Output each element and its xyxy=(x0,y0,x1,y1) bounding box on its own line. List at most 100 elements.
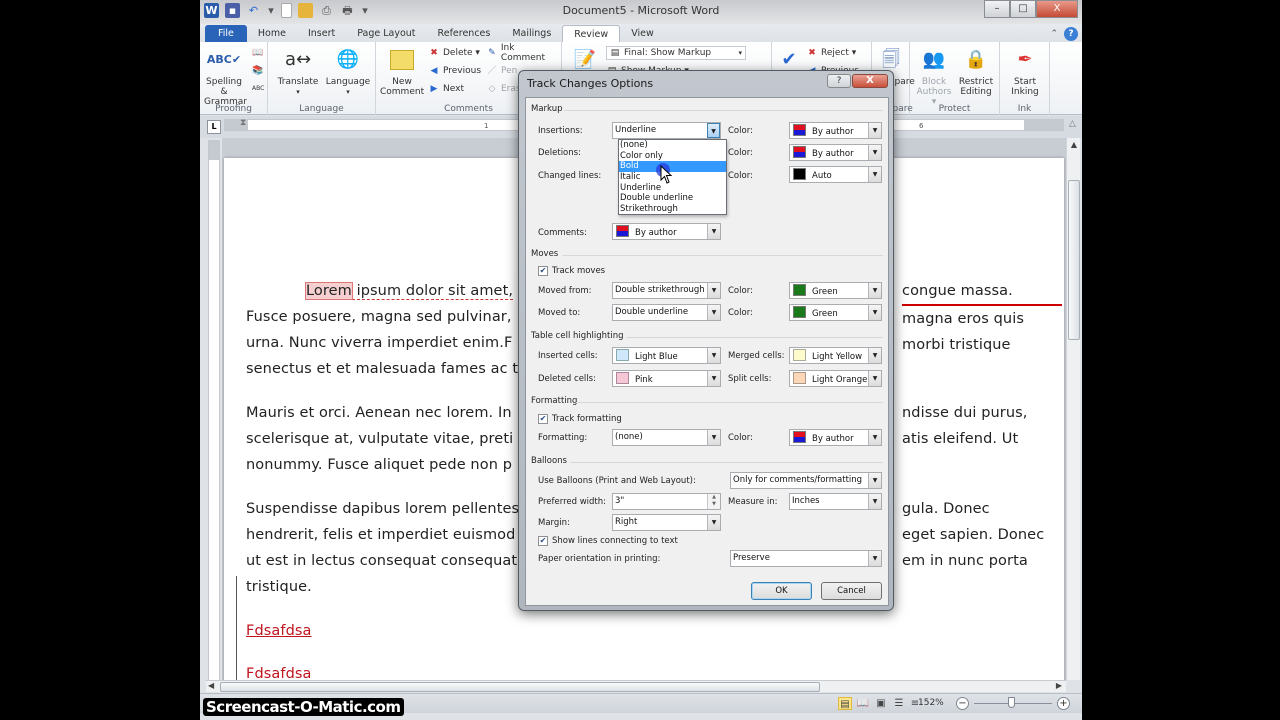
thesaurus-button[interactable]: 📚 xyxy=(252,64,264,78)
zoom-level[interactable]: 152% xyxy=(918,698,944,708)
web-layout-icon[interactable]: ▣ xyxy=(874,697,888,710)
spinner-icon[interactable]: ▲ ▼ xyxy=(707,494,720,509)
margin-select[interactable]: Right ▼ xyxy=(612,514,721,531)
dropdown-option[interactable]: Strikethrough xyxy=(619,204,726,215)
cancel-button[interactable]: Cancel xyxy=(821,582,882,600)
block-authors-button[interactable]: 👥 Block Authors ▾ xyxy=(914,46,954,108)
moved-from-select[interactable]: Double strikethrough ▼ xyxy=(612,282,721,299)
horizontal-scroll-thumb[interactable] xyxy=(220,682,820,692)
scroll-up-icon[interactable]: ▲ xyxy=(1067,138,1081,152)
research-button[interactable]: 📖 xyxy=(252,46,264,60)
chevron-down-icon[interactable]: ▼ xyxy=(707,224,720,239)
zoom-slider-thumb[interactable] xyxy=(1008,697,1015,708)
indent-marker-icon[interactable]: ⧗ xyxy=(240,118,246,128)
use-balloons-select[interactable]: Only for comments/formatting ▼ xyxy=(730,472,882,489)
horizontal-scrollbar[interactable]: ◀ ▶ xyxy=(206,680,1066,692)
comments-color-select[interactable]: By author ▼ xyxy=(612,223,721,240)
tab-view[interactable]: View xyxy=(620,25,665,42)
track-moves-checkbox[interactable]: ✔ xyxy=(538,266,548,276)
delete-comment-button[interactable]: ✖ Delete ▾ xyxy=(428,46,480,60)
chevron-down-icon[interactable]: ▼ xyxy=(707,430,720,445)
dropdown-option[interactable]: Color only xyxy=(619,151,726,162)
deleted-cells-select[interactable]: Pink ▼ xyxy=(612,370,721,387)
chevron-down-icon[interactable]: ▼ xyxy=(868,167,881,182)
formatting-select[interactable]: (none) ▼ xyxy=(612,429,721,446)
vertical-scrollbar[interactable]: ▲ xyxy=(1066,138,1080,680)
scroll-left-icon[interactable]: ◀ xyxy=(208,681,214,690)
restrict-editing-button[interactable]: 🔒 Restrict Editing xyxy=(956,46,996,98)
maximize-button[interactable]: □ xyxy=(1010,0,1036,18)
tab-references[interactable]: References xyxy=(427,25,502,42)
preferred-width-input[interactable]: 3" ▲ ▼ xyxy=(612,493,721,510)
tab-mailings[interactable]: Mailings xyxy=(501,25,562,42)
dropdown-option[interactable]: Double underline xyxy=(619,193,726,204)
tab-stop-selector[interactable]: L xyxy=(207,120,221,134)
outline-view-icon[interactable]: ☰ xyxy=(892,697,906,710)
show-lines-checkbox[interactable]: ✔ xyxy=(538,536,548,546)
chevron-down-icon[interactable]: ▼ xyxy=(868,430,881,445)
deletions-color-select[interactable]: By author ▼ xyxy=(789,144,882,161)
split-cells-select[interactable]: Light Orange ▼ xyxy=(789,370,882,387)
measure-in-select[interactable]: Inches ▼ xyxy=(789,493,882,510)
language-button[interactable]: 🌐 Language ▾ xyxy=(324,46,372,97)
chevron-down-icon[interactable]: ▼ xyxy=(707,371,720,386)
chevron-down-icon[interactable]: ▼ xyxy=(868,371,881,386)
moved-to-select[interactable]: Double underline ▼ xyxy=(612,304,721,321)
chevron-down-icon[interactable]: ▼ xyxy=(868,145,881,160)
moved-from-color-select[interactable]: Green ▼ xyxy=(789,282,882,299)
merged-cells-select[interactable]: Light Yellow ▼ xyxy=(789,347,882,364)
chevron-down-icon[interactable]: ▼ xyxy=(868,473,881,488)
track-formatting-checkbox[interactable]: ✔ xyxy=(538,414,548,424)
ok-button[interactable]: OK xyxy=(751,582,812,600)
full-screen-reading-icon[interactable]: 📖 xyxy=(856,697,870,710)
tab-review[interactable]: Review xyxy=(562,25,621,42)
chevron-down-icon[interactable]: ▼ xyxy=(707,515,720,530)
chevron-down-icon[interactable]: ▼ xyxy=(707,348,720,363)
chevron-down-icon[interactable]: ▼ xyxy=(868,123,881,138)
dialog-help-button[interactable]: ? xyxy=(827,74,851,88)
chevron-down-icon[interactable]: ▼ xyxy=(707,283,720,298)
zoom-in-button[interactable]: + xyxy=(1057,697,1070,710)
close-button[interactable]: X xyxy=(1036,0,1078,18)
chevron-down-icon[interactable]: ▼ xyxy=(868,494,881,509)
insertions-color-select[interactable]: By author ▼ xyxy=(789,122,882,139)
formatting-color-select[interactable]: By author ▼ xyxy=(789,429,882,446)
help-icon[interactable]: ? xyxy=(1064,26,1078,41)
minimize-button[interactable]: – xyxy=(984,0,1010,18)
translate-button[interactable]: a↔ Translate ▾ xyxy=(276,46,320,97)
vertical-scroll-thumb[interactable] xyxy=(1068,180,1080,340)
tab-home[interactable]: Home xyxy=(247,25,297,42)
tab-page-layout[interactable]: Page Layout xyxy=(346,25,426,42)
previous-comment-button[interactable]: ◀ Previous xyxy=(428,64,482,78)
scroll-right-icon[interactable]: ▶ xyxy=(1056,681,1062,690)
pen-button[interactable]: ／ Pen xyxy=(486,64,517,78)
moved-to-color-select[interactable]: Green ▼ xyxy=(789,304,882,321)
tab-file[interactable]: File xyxy=(205,25,247,42)
dropdown-option[interactable]: (none) xyxy=(619,140,726,151)
chevron-down-icon[interactable]: ▼ xyxy=(868,348,881,363)
inserted-cells-select[interactable]: Light Blue ▼ xyxy=(612,347,721,364)
dialog-close-button[interactable]: X xyxy=(852,74,888,88)
spelling-grammar-button[interactable]: ABC✔ Spelling & Grammar xyxy=(204,46,247,107)
chevron-down-icon[interactable]: ▼ xyxy=(868,283,881,298)
paper-orientation-select[interactable]: Preserve ▼ xyxy=(730,550,882,567)
chevron-down-icon[interactable]: ▼ xyxy=(868,551,881,566)
print-layout-view-icon[interactable]: ▤ xyxy=(838,697,852,710)
display-for-review-select[interactable]: ▤ Final: Show Markup ▾ xyxy=(606,46,746,60)
insertions-select[interactable]: Underline ▼ xyxy=(612,122,721,139)
start-inking-button[interactable]: ✒ Start Inking xyxy=(1004,46,1046,98)
tab-insert[interactable]: Insert xyxy=(297,25,346,42)
changed-lines-color-select[interactable]: Auto ▼ xyxy=(789,166,882,183)
chevron-down-icon[interactable]: ▼ xyxy=(707,123,720,138)
reject-button[interactable]: ✖ Reject ▾ xyxy=(806,46,856,60)
new-comment-button[interactable]: New Comment xyxy=(380,46,424,97)
right-indent-marker-icon[interactable]: △ xyxy=(1069,119,1076,129)
zoom-out-button[interactable]: − xyxy=(956,697,969,710)
collapse-ribbon-icon[interactable]: ⌃ xyxy=(1050,29,1058,39)
next-comment-button[interactable]: ▶ Next xyxy=(428,82,464,96)
tracked-word[interactable]: Lorem xyxy=(305,282,353,300)
ink-comment-button[interactable]: ✎ Ink Comment xyxy=(486,43,561,63)
chevron-down-icon[interactable]: ▼ xyxy=(868,305,881,320)
word-count-button[interactable]: ABC xyxy=(252,82,264,96)
chevron-down-icon[interactable]: ▼ xyxy=(707,305,720,320)
